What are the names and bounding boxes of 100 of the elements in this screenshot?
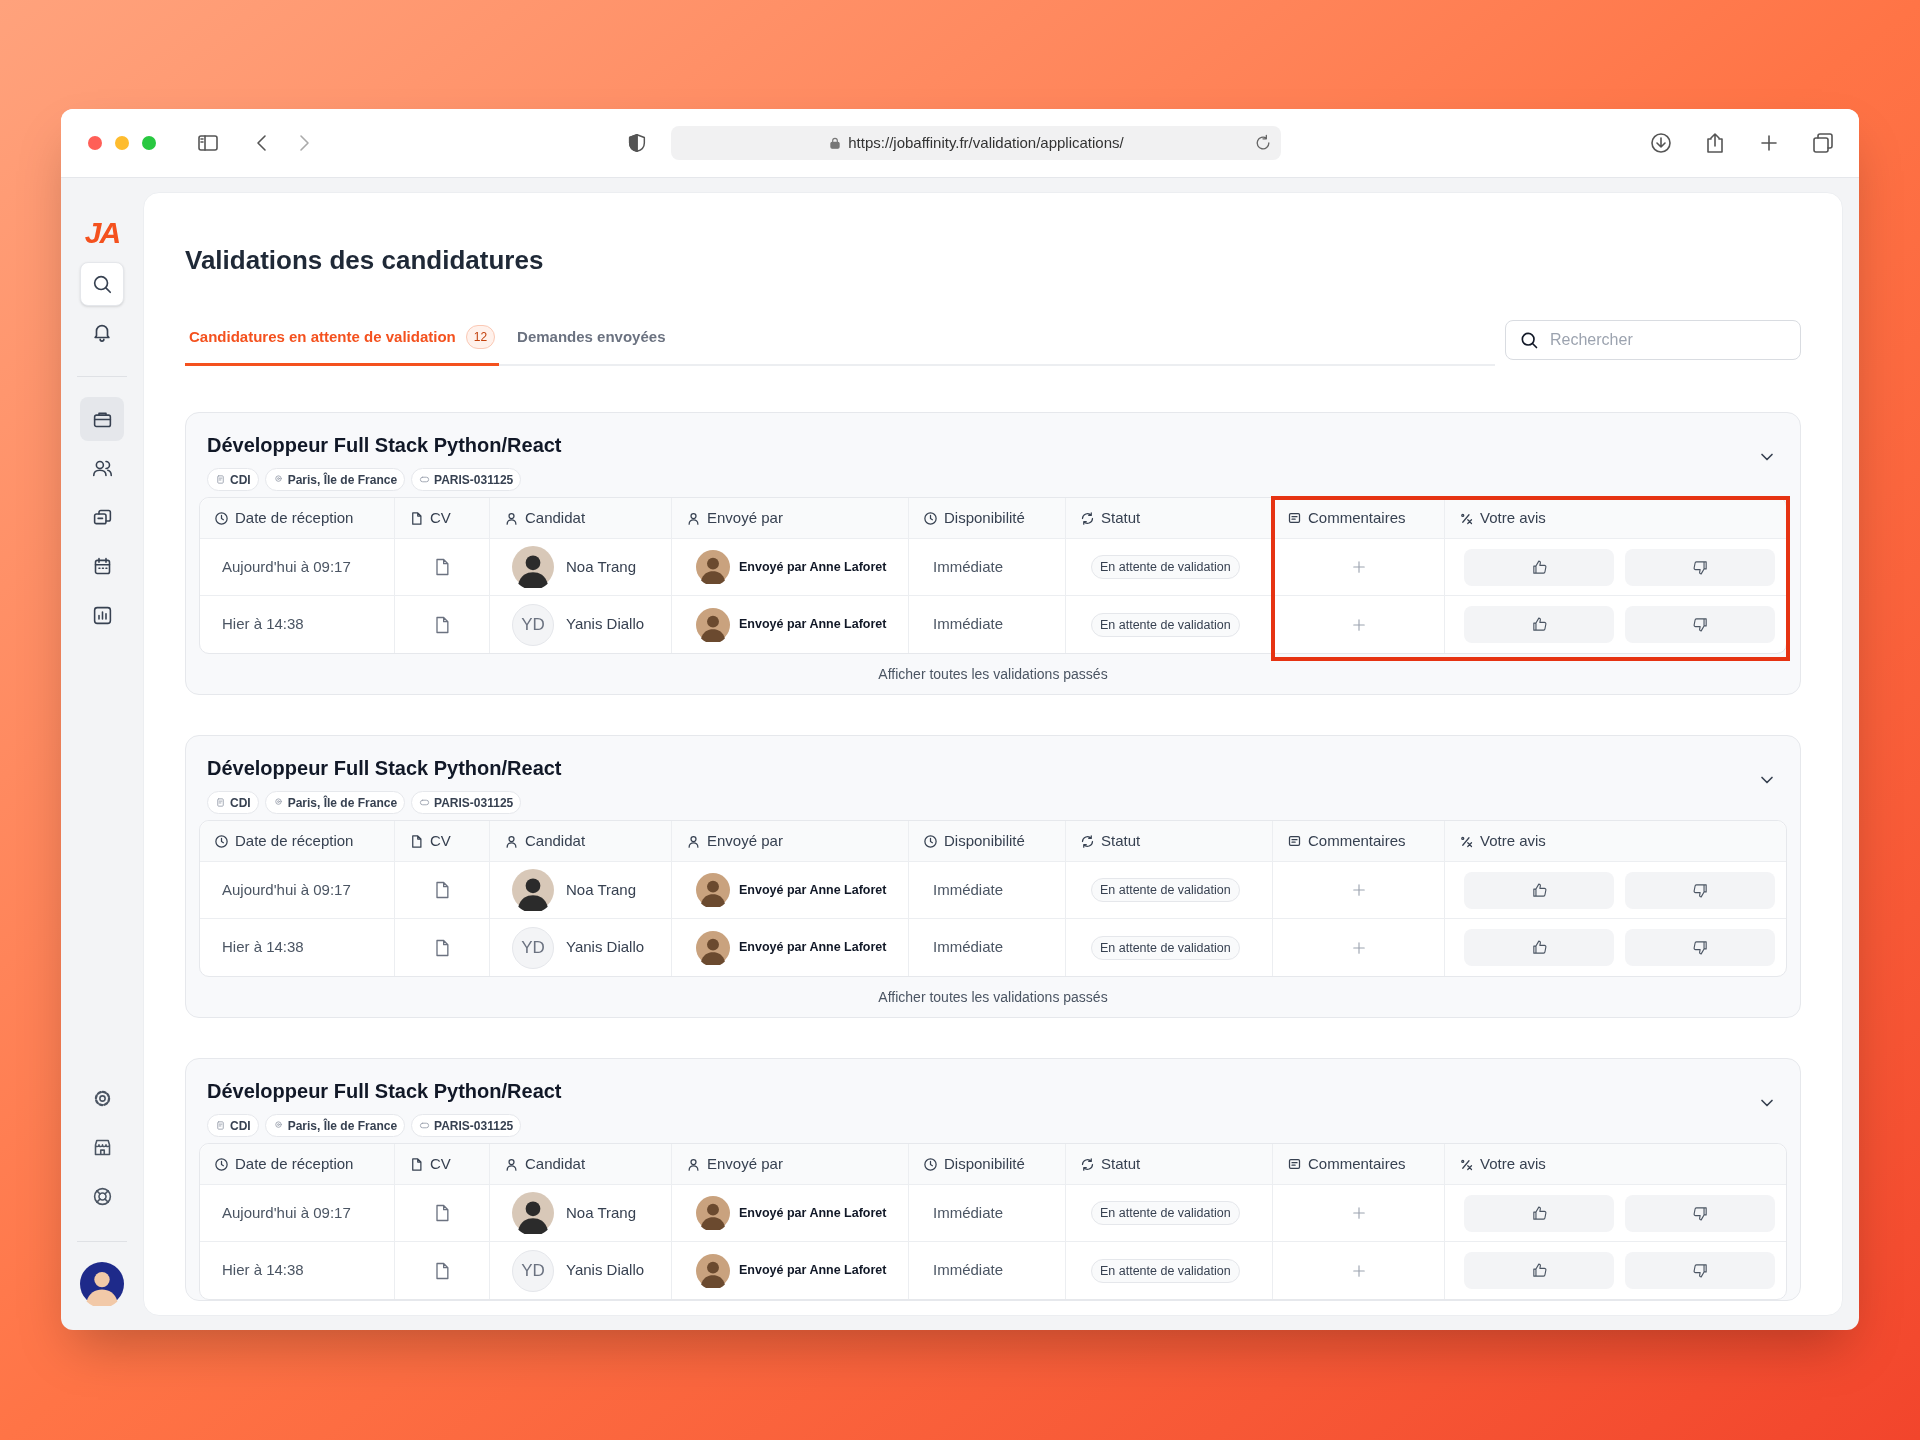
comment-icon: [1287, 510, 1302, 526]
clock-icon: [923, 1156, 938, 1172]
column-header[interactable]: Votre avis: [1480, 506, 1546, 530]
tab[interactable]: Demandes envoyées: [513, 311, 670, 366]
tag-icon: [419, 797, 431, 808]
initials-avatar: YD: [512, 1249, 554, 1292]
avatar: [696, 930, 730, 965]
sender-text: Envoyé par Anne Laforet: [739, 1204, 887, 1222]
clock-icon: [923, 833, 938, 849]
initials-avatar: YD: [512, 603, 554, 646]
tab[interactable]: Candidatures en attente de validation 12: [185, 311, 500, 366]
chart-icon: [91, 604, 113, 626]
availability-text: Immédiate: [933, 1202, 1004, 1223]
thumbs-up-icon: [1530, 1262, 1548, 1279]
thumbs-down-icon: [1691, 881, 1709, 899]
comment-icon: [1287, 1156, 1302, 1172]
column-header[interactable]: Commentaires: [1308, 829, 1406, 853]
status-badge: En attente de validation: [1091, 555, 1240, 579]
tag-label: PARIS-031125: [434, 1117, 514, 1135]
lifebuoy-icon: [91, 1185, 113, 1207]
column-header[interactable]: Candidat: [525, 1152, 586, 1176]
jobs-nav-item[interactable]: [80, 397, 124, 441]
column-header[interactable]: CV: [430, 1152, 451, 1176]
date-text: Aujourd'hui à 09:17: [222, 556, 351, 577]
column-header[interactable]: Statut: [1101, 829, 1141, 853]
doc-icon: [409, 1156, 424, 1172]
comment-icon: [1287, 833, 1302, 849]
user-icon: [504, 1156, 519, 1172]
avatar: [512, 869, 554, 911]
sender-text: Envoyé par Anne Laforet: [739, 881, 887, 899]
candidate-name: Yanis Diallo: [566, 937, 645, 958]
avatar: [696, 873, 730, 907]
refresh-icon: [1080, 1156, 1095, 1172]
doc-icon: [409, 833, 424, 849]
page-title: Validations des candidatures: [185, 244, 545, 277]
column-header[interactable]: Envoyé par: [707, 506, 783, 530]
column-header[interactable]: Date de réception: [235, 1152, 354, 1176]
pin-icon: [272, 1120, 284, 1131]
tag-label: Paris, Île de France: [287, 471, 398, 489]
job-title: Développeur Full Stack Python/React: [207, 433, 562, 458]
column-header[interactable]: CV: [430, 829, 451, 853]
column-header[interactable]: Votre avis: [1480, 829, 1546, 853]
status-badge: En attente de validation: [1091, 878, 1240, 902]
candidate-name: Yanis Diallo: [566, 614, 645, 635]
tab-overview-button[interactable]: [1811, 131, 1835, 155]
column-header[interactable]: Commentaires: [1308, 506, 1406, 530]
thumbs-up-icon: [1530, 558, 1548, 576]
column-header[interactable]: Statut: [1101, 1152, 1141, 1176]
tag-label: Paris, Île de France: [287, 794, 398, 812]
sender-text: Envoyé par Anne Laforet: [739, 558, 887, 576]
sender-text: Envoyé par Anne Laforet: [739, 1262, 887, 1280]
thumbs-up-icon: [1530, 939, 1548, 956]
column-header[interactable]: Disponibilité: [944, 506, 1025, 530]
candidate-name: Noa Trang: [566, 1202, 637, 1223]
column-header[interactable]: Votre avis: [1480, 1152, 1546, 1176]
column-header[interactable]: Envoyé par: [707, 1152, 783, 1176]
column-header[interactable]: Disponibilité: [944, 829, 1025, 853]
pin-icon: [272, 797, 284, 808]
address-bar[interactable]: https://jobaffinity.fr/validation/applications/: [671, 126, 1281, 160]
date-text: Aujourd'hui à 09:17: [222, 879, 351, 900]
close-button[interactable]: [88, 136, 102, 150]
contract-icon: [215, 474, 226, 485]
candidate-name: Noa Trang: [566, 879, 637, 900]
column-header[interactable]: CV: [430, 506, 451, 530]
column-header[interactable]: Envoyé par: [707, 829, 783, 853]
search-icon: [91, 273, 113, 295]
candidate-name: Noa Trang: [566, 556, 637, 577]
show-past-validations-link[interactable]: Afficher toutes les validations passés: [878, 986, 1108, 1008]
avatar: [696, 550, 730, 584]
search-button[interactable]: [80, 262, 124, 306]
download-button[interactable]: [1649, 131, 1673, 155]
doc-icon: [409, 510, 424, 526]
thumbs-down-icon: [1691, 1262, 1709, 1279]
column-header[interactable]: Date de réception: [235, 506, 354, 530]
user-avatar[interactable]: [80, 1262, 124, 1306]
clock-icon: [923, 510, 938, 526]
count-badge: 12: [465, 325, 496, 349]
column-header[interactable]: Date de réception: [235, 829, 354, 853]
search-field[interactable]: Rechercher: [1505, 320, 1801, 360]
thumbs-up-icon: [1530, 881, 1548, 899]
column-header[interactable]: Commentaires: [1308, 1152, 1406, 1176]
user-icon: [686, 1156, 701, 1172]
show-past-validations-link[interactable]: Afficher toutes les validations passés: [878, 663, 1108, 685]
status-badge: En attente de validation: [1091, 935, 1240, 960]
availability-text: Immédiate: [933, 614, 1004, 635]
availability-text: Immédiate: [933, 937, 1004, 958]
sender-text: Envoyé par Anne Laforet: [739, 939, 887, 957]
column-header[interactable]: Candidat: [525, 506, 586, 530]
thumbs-down-icon: [1691, 1204, 1709, 1222]
column-header[interactable]: Disponibilité: [944, 1152, 1025, 1176]
lock-icon: [828, 136, 843, 150]
pin-icon: [272, 474, 284, 485]
clock-icon: [214, 1156, 229, 1172]
column-header[interactable]: Statut: [1101, 506, 1141, 530]
column-header[interactable]: Candidat: [525, 829, 586, 853]
shield-icon: [626, 132, 648, 154]
avatar: [696, 1196, 730, 1230]
refresh-icon: [1080, 510, 1095, 526]
clock-icon: [214, 833, 229, 849]
thumbs-down-icon: [1691, 558, 1709, 576]
